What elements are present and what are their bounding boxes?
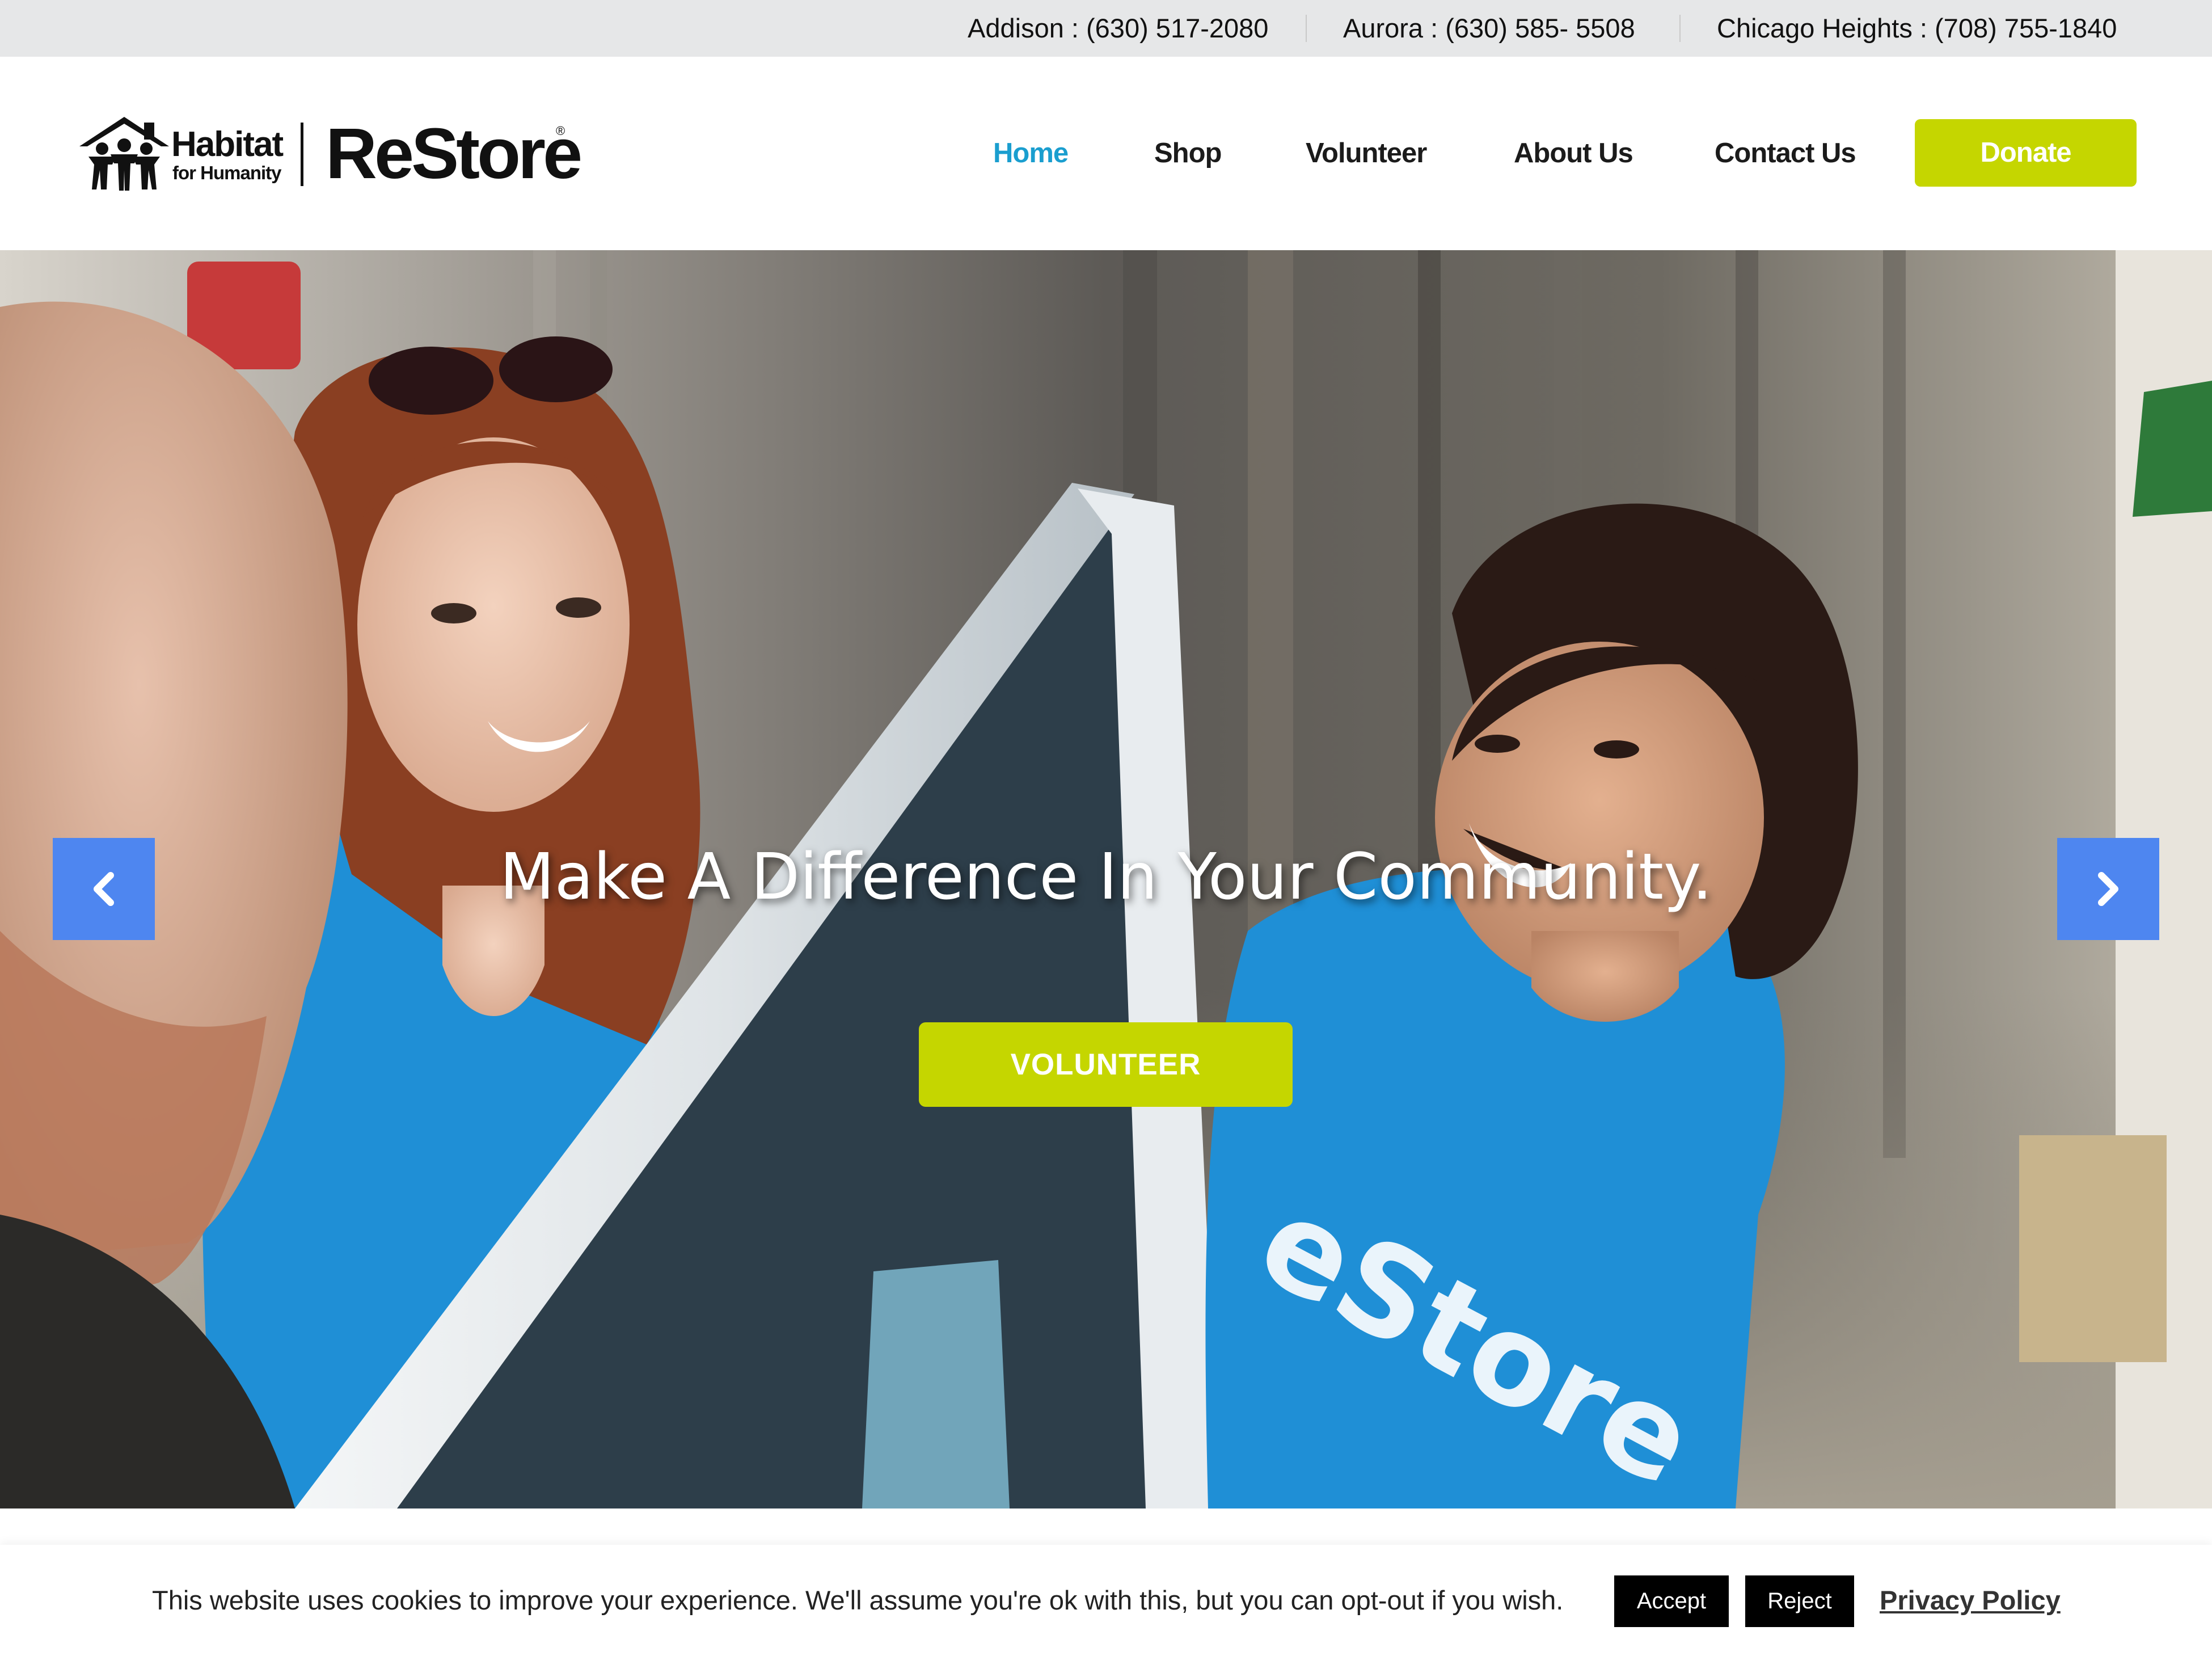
cookie-reject-button[interactable]: Reject	[1745, 1575, 1854, 1627]
donate-button[interactable]: Donate	[1915, 119, 2137, 187]
nav-shop[interactable]: Shop	[1154, 113, 1222, 193]
nav-about-us[interactable]: About Us	[1514, 113, 1633, 193]
nav-volunteer[interactable]: Volunteer	[1306, 113, 1427, 193]
main-nav: Home Shop Volunteer About Us Contact Us	[0, 113, 2212, 193]
contact-bar: Addison : (630) 517-2080 Aurora : (630) …	[0, 0, 2212, 57]
nav-contact-us[interactable]: Contact Us	[1715, 113, 1856, 193]
phone-addison[interactable]: Addison : (630) 517-2080	[968, 0, 1268, 57]
contact-separator	[1306, 15, 1307, 42]
site-header: Habitat for Humanity ReStore ® Home Shop…	[0, 57, 2212, 250]
phone-chicago-heights[interactable]: Chicago Heights : (708) 755-1840	[1717, 0, 2117, 57]
hero-title: Make A Difference In Your Community.	[499, 840, 1712, 914]
phone-aurora[interactable]: Aurora : (630) 585- 5508	[1343, 0, 1635, 57]
nav-home[interactable]: Home	[993, 113, 1069, 193]
cookie-banner: This website uses cookies to improve you…	[0, 1545, 2212, 1656]
hero-slider: eStore Make A Difference In Your Communi…	[0, 250, 2212, 1508]
privacy-policy-link[interactable]: Privacy Policy	[1880, 1545, 2061, 1656]
contact-separator	[1679, 15, 1681, 42]
volunteer-button[interactable]: VOLUNTEER	[919, 1022, 1293, 1107]
cookie-message: This website uses cookies to improve you…	[152, 1585, 1564, 1615]
cookie-accept-button[interactable]: Accept	[1614, 1575, 1729, 1627]
